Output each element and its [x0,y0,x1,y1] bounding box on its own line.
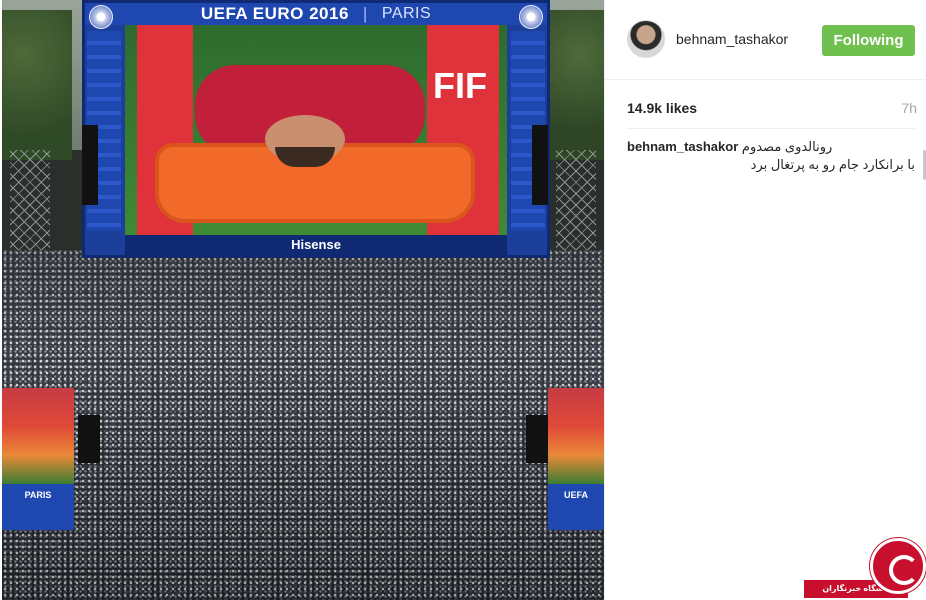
caption-line-1: رونالدوی مصدوم [741,139,833,154]
post-meta: 14.9k likes 7h [627,100,917,120]
small-screen-left-image [2,388,74,484]
caption-line-2: با برانکارد جام رو به پرتغال برد [750,157,915,172]
euro-logo-icon [89,5,113,29]
photo-trees-right [544,10,604,160]
post-timestamp[interactable]: 7h [901,100,917,116]
avatar[interactable] [627,20,665,58]
small-screen-right: UEFA [548,388,604,530]
big-screen-title: UEFA EURO 2016 [200,4,349,23]
post-photo[interactable]: UEFA EURO 2016 | PARIS FIF Hisense PARIS… [2,0,604,600]
instagram-post: UEFA EURO 2016 | PARIS FIF Hisense PARIS… [0,0,926,600]
likes-count[interactable]: 14.9k likes [627,100,697,116]
small-screen-right-label: UEFA [563,490,588,500]
small-speaker-right [526,415,548,463]
medic-jersey-text: FIF [433,65,487,106]
post-header: behnam_tashakor Following [605,0,926,80]
big-screen-city: PARIS [381,5,432,22]
watermark-logo-icon [870,538,926,594]
small-screen-right-image [548,388,604,484]
big-screen-header: UEFA EURO 2016 | PARIS [85,3,547,25]
meta-divider [627,128,915,129]
post-sidebar: behnam_tashakor Following 14.9k likes 7h… [604,0,926,600]
big-screen-sponsor: Hisense [125,235,507,255]
big-screen-separator: | [362,4,368,23]
small-screen-left: PARIS [2,388,74,530]
photo-trees-left [2,10,72,160]
following-button[interactable]: Following [822,25,915,56]
euro-logo-icon [519,5,543,29]
big-screen: UEFA EURO 2016 | PARIS FIF Hisense [82,0,550,258]
speaker-left [82,125,98,205]
watermark-badge: باشگاه خبرنگاران [786,536,926,600]
username-link[interactable]: behnam_tashakor [676,31,788,47]
big-screen-image: FIF [125,25,507,235]
small-screen-left-label: PARIS [24,490,52,500]
post-caption: behnam_tashakor رونالدوی مصدوم با برانکا… [627,138,915,174]
speaker-right [532,125,548,205]
small-speaker-left [78,415,100,463]
caption-username[interactable]: behnam_tashakor [627,139,738,154]
